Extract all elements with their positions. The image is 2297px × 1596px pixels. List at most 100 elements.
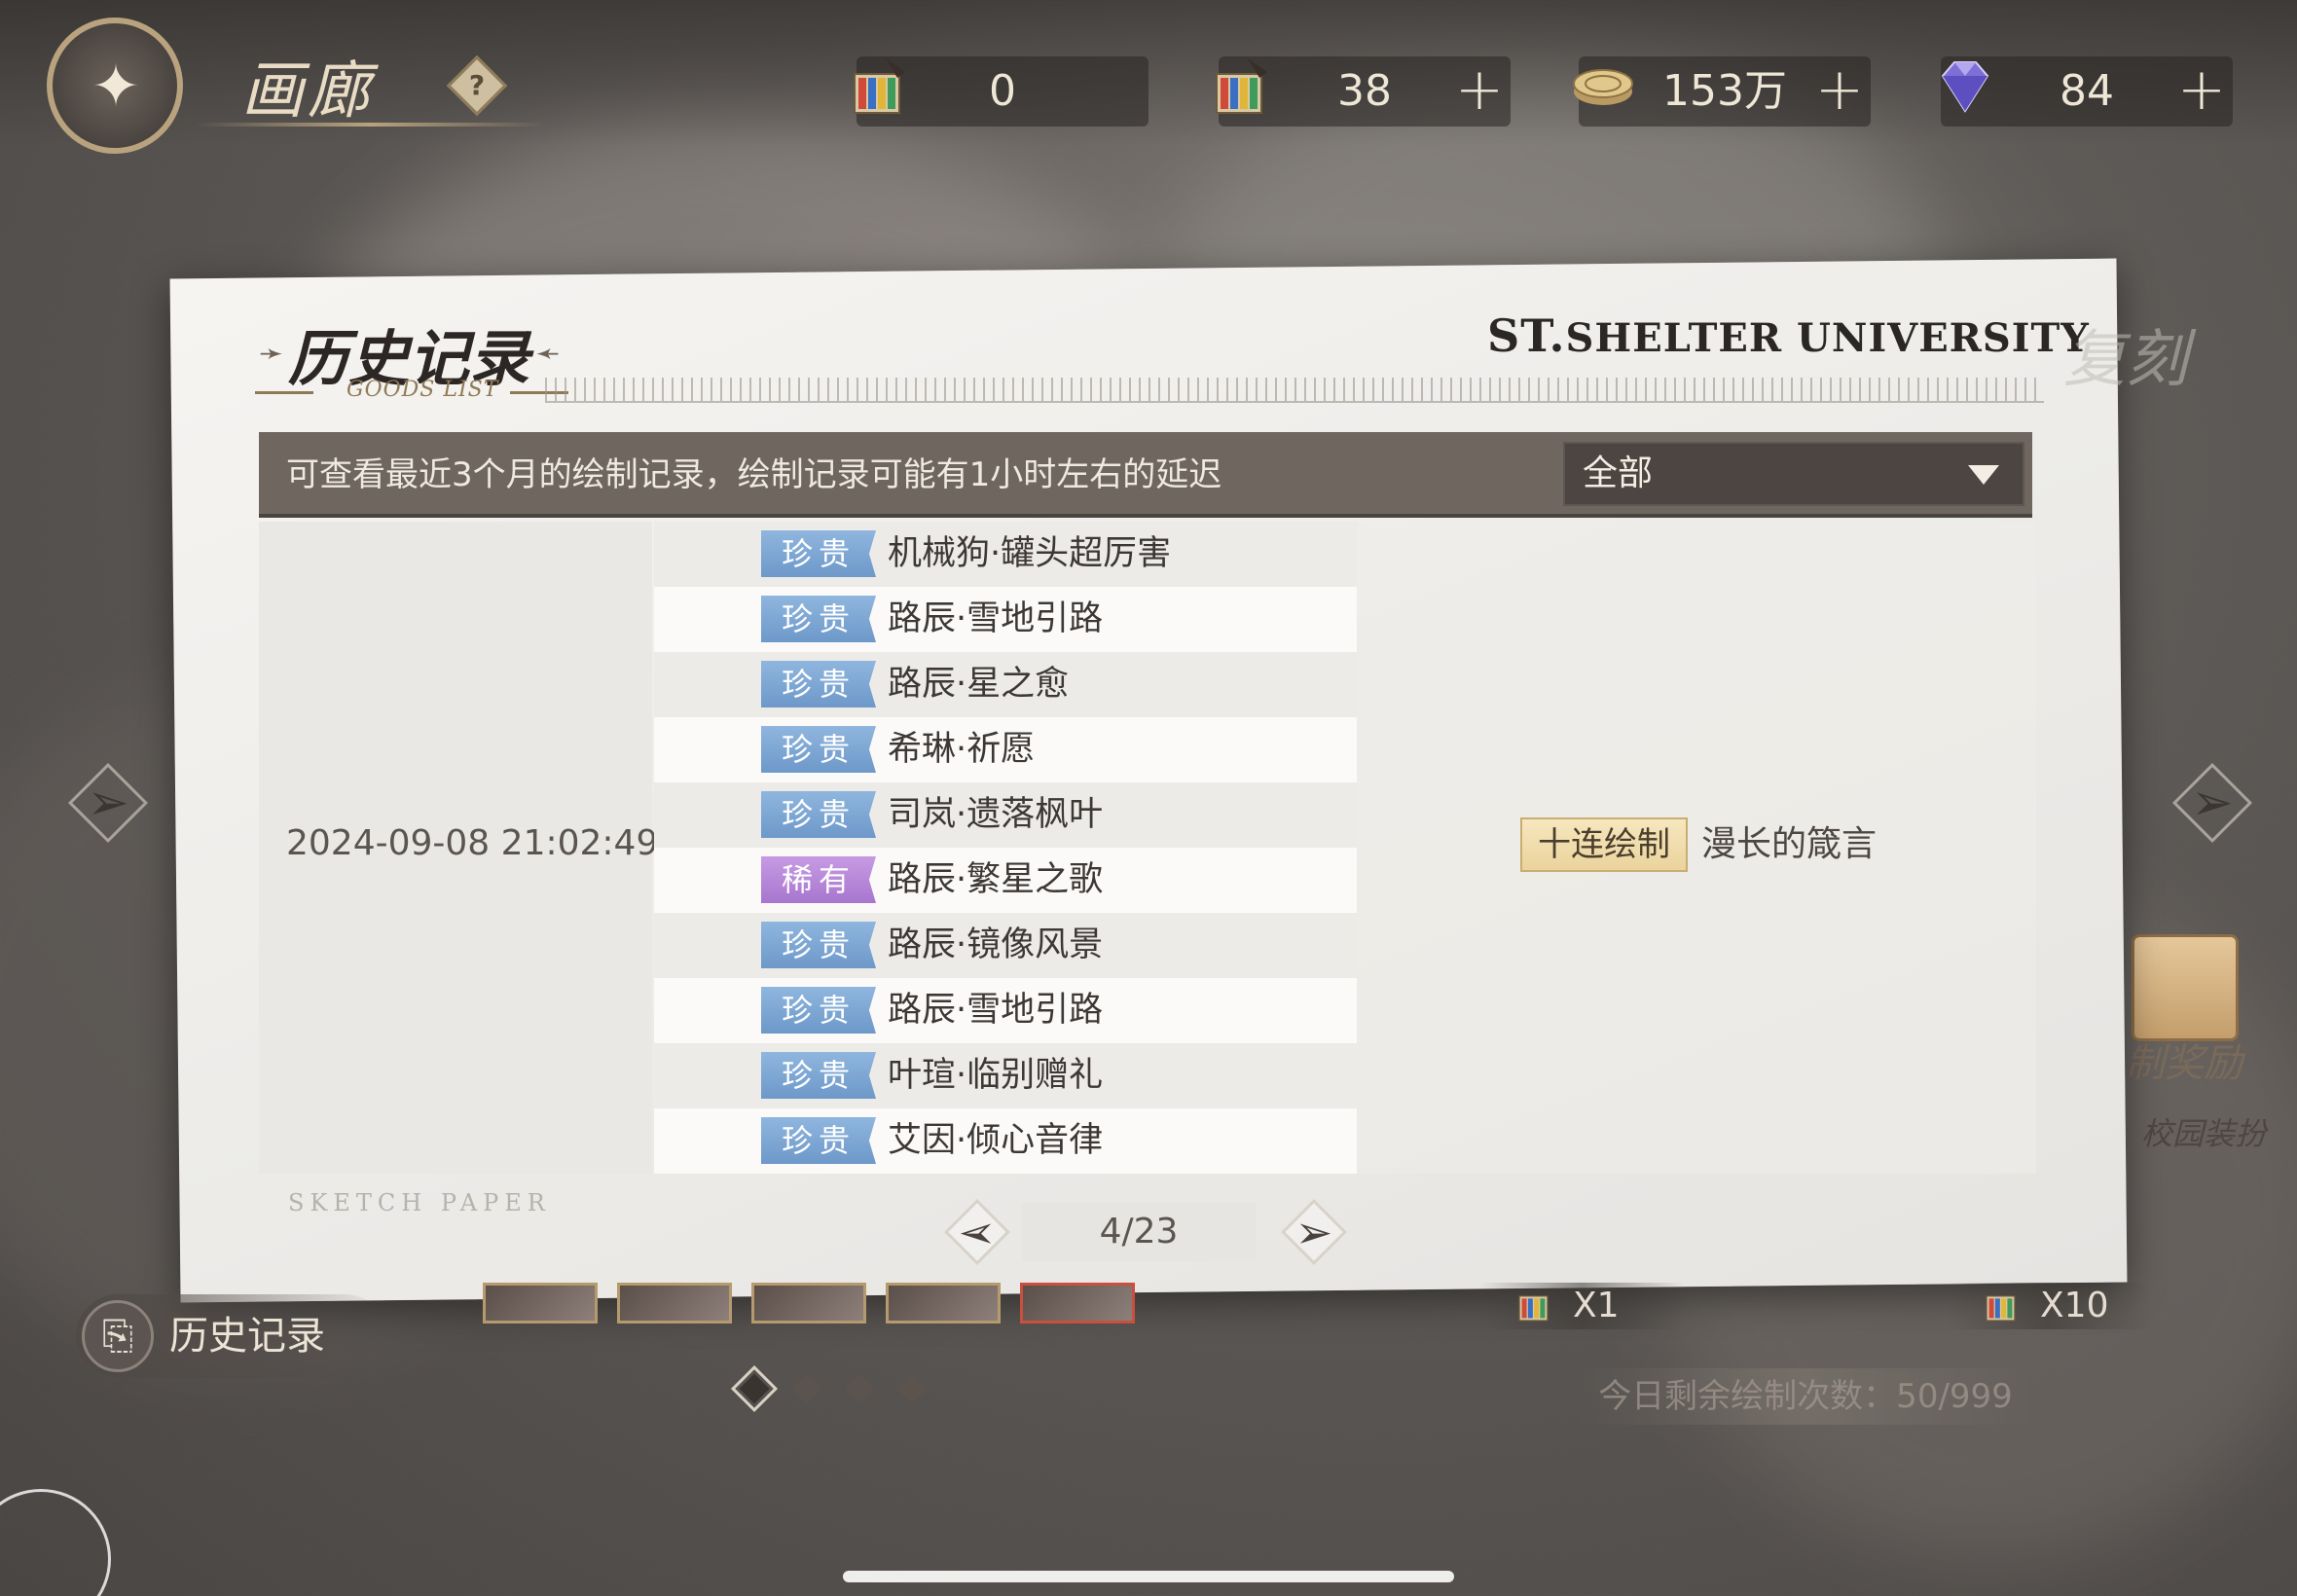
pagination: 4/23	[1022, 1203, 1256, 1261]
list-item: 珍贵 艾因·倾心音律	[654, 1108, 1357, 1174]
history-icon: ⎘	[82, 1300, 154, 1372]
rarity-badge: 珍贵	[761, 726, 876, 773]
title-arrow-right-icon: ➛	[535, 337, 561, 371]
pool-name: 漫长的箴言	[1701, 824, 1878, 864]
add-coin-button[interactable]: +	[1808, 60, 1871, 123]
resource-value: 38	[1337, 66, 1392, 116]
arrow-right-icon: ➢	[1294, 1206, 1333, 1258]
record-type-cell: 十连绘制 漫长的箴言	[1357, 522, 2036, 1174]
draw-ten-button[interactable]: X10	[1947, 1283, 2151, 1329]
record-items: 珍贵 机械狗·罐头超厉害 珍贵 路辰·雪地引路 珍贵 路辰·星之愈 珍贵 希琳·…	[654, 522, 1357, 1174]
list-item: 珍贵 司岚·遗落枫叶	[654, 782, 1357, 848]
prev-pool-button[interactable]: ➢	[66, 761, 150, 845]
list-item: 珍贵 路辰·雪地引路	[654, 587, 1357, 652]
title-divider	[195, 123, 545, 127]
item-name: 路辰·雪地引路	[888, 991, 1104, 1030]
item-name: 路辰·镜像风景	[888, 925, 1104, 964]
ruler-decoration	[545, 378, 2044, 403]
rerun-watermark: 复刻	[2063, 324, 2188, 396]
rarity-badge: 珍贵	[761, 987, 876, 1034]
item-name: 路辰·星之愈	[888, 665, 1070, 704]
add-diamond-button[interactable]: +	[2170, 60, 2233, 123]
prev-page-button[interactable]: ➢	[938, 1193, 1016, 1271]
arrow-left-icon: ➢	[87, 774, 129, 832]
rarity-badge: 稀有	[761, 856, 876, 903]
arrow-left-icon: ➢	[958, 1206, 997, 1258]
info-bar: 可查看最近3个月的绘制记录，绘制记录可能有1小时左右的延迟 全部	[259, 432, 2032, 518]
rarity-badge: 珍贵	[761, 596, 876, 642]
pool-thumbnail[interactable]	[1020, 1283, 1135, 1324]
home-indicator[interactable]	[843, 1571, 1454, 1582]
chevron-down-icon	[1968, 465, 1999, 485]
rarity-badge: 珍贵	[761, 530, 876, 577]
pool-thumbnail[interactable]	[886, 1283, 1001, 1324]
next-page-button[interactable]: ➢	[1275, 1193, 1353, 1271]
list-item: 珍贵 叶瑄·临别赠礼	[654, 1043, 1357, 1108]
add-ticket-button[interactable]: +	[1448, 60, 1511, 123]
paint-ticket-icon	[1518, 1295, 1549, 1322]
page-indicator: 4/23	[1099, 1212, 1179, 1251]
resource-diamond: 84 +	[1941, 56, 2233, 127]
question-icon: ?	[468, 69, 486, 101]
list-item: 珍贵 路辰·星之愈	[654, 652, 1357, 717]
pool-thumbnail[interactable]	[483, 1283, 598, 1324]
resource-coin: 153万 +	[1573, 56, 1871, 127]
reward-label: 制奖励	[2126, 1041, 2242, 1086]
remaining-draws: 今日剩余绘制次数：50/999	[1577, 1368, 2034, 1425]
list-item: 珍贵 路辰·雪地引路	[654, 978, 1357, 1043]
item-name: 叶瑄·临别赠礼	[888, 1056, 1104, 1095]
title-line	[255, 391, 313, 394]
page-title: 画廊	[241, 55, 374, 127]
pool-thumbnail[interactable]	[751, 1283, 866, 1324]
modal-subtitle: GOODS LIST	[346, 378, 499, 402]
resource-ticket-basic: 0	[854, 56, 1148, 127]
history-button[interactable]: ⎘ 历史记录	[76, 1294, 387, 1378]
draw-once-button[interactable]: X1	[1479, 1283, 1684, 1329]
arrow-right-icon: ➢	[2191, 774, 2234, 832]
resource-ticket-premium: 38 +	[1216, 56, 1511, 127]
next-pool-button[interactable]: ➢	[2170, 761, 2254, 845]
draw-reward-card[interactable]: 制奖励 校园装扮	[2122, 934, 2297, 1152]
item-name: 司岚·遗落枫叶	[888, 795, 1104, 834]
brand-label: ST.SHELTER UNIVERSITY	[1487, 309, 2090, 362]
draw-once-label: X1	[1573, 1286, 1620, 1325]
rarity-badge: 珍贵	[761, 922, 876, 968]
filter-value: 全部	[1583, 453, 1654, 493]
item-name: 希琳·祈愿	[888, 730, 1036, 769]
item-name: 路辰·繁星之歌	[888, 860, 1104, 899]
item-name: 艾因·倾心音律	[888, 1121, 1104, 1160]
rarity-badge: 珍贵	[761, 661, 876, 707]
history-notice: 可查看最近3个月的绘制记录，绘制记录可能有1小时左右的延迟	[286, 455, 1222, 494]
record-datetime: 2024-09-08 21:02:49	[286, 823, 659, 863]
paint-ticket-icon	[854, 58, 905, 114]
butterfly-icon: ✦	[91, 53, 141, 121]
gift-bag-icon	[2132, 934, 2239, 1041]
rarity-badge: 珍贵	[761, 1117, 876, 1164]
list-item: 稀有 路辰·繁星之歌	[654, 848, 1357, 913]
gallery-logo: ✦	[47, 18, 183, 154]
coin-icon	[1573, 69, 1633, 105]
list-item: 珍贵 路辰·镜像风景	[654, 913, 1357, 978]
filter-dropdown[interactable]: 全部	[1563, 442, 2024, 506]
draw-type-tag: 十连绘制	[1520, 817, 1688, 872]
list-item: 珍贵 希琳·祈愿	[654, 717, 1357, 782]
resource-value: 0	[989, 66, 1016, 116]
rarity-badge: 珍贵	[761, 791, 876, 838]
title-arrow-left-icon: ➛	[259, 337, 284, 371]
draw-ten-label: X10	[2040, 1286, 2109, 1325]
diamond-gem-icon	[1941, 61, 1989, 113]
draw-record: 2024-09-08 21:02:49 珍贵 机械狗·罐头超厉害 珍贵 路辰·雪…	[259, 522, 2036, 1174]
reward-sublabel: 校园装扮	[2141, 1115, 2267, 1152]
rarity-badge: 珍贵	[761, 1052, 876, 1099]
item-name: 机械狗·罐头超厉害	[888, 534, 1172, 573]
resource-value: 84	[2060, 66, 2114, 116]
resource-value: 153万	[1662, 66, 1787, 116]
pool-thumbnail[interactable]	[617, 1283, 732, 1324]
record-date-cell: 2024-09-08 21:02:49	[259, 522, 658, 1174]
list-item: 珍贵 机械狗·罐头超厉害	[654, 522, 1357, 587]
paint-ticket-icon	[1216, 58, 1267, 114]
paint-ticket-icon	[1986, 1295, 2016, 1322]
history-button-label: 历史记录	[169, 1314, 325, 1359]
sketch-paper-label: SKETCH PAPER	[288, 1189, 551, 1216]
item-name: 路辰·雪地引路	[888, 599, 1104, 638]
